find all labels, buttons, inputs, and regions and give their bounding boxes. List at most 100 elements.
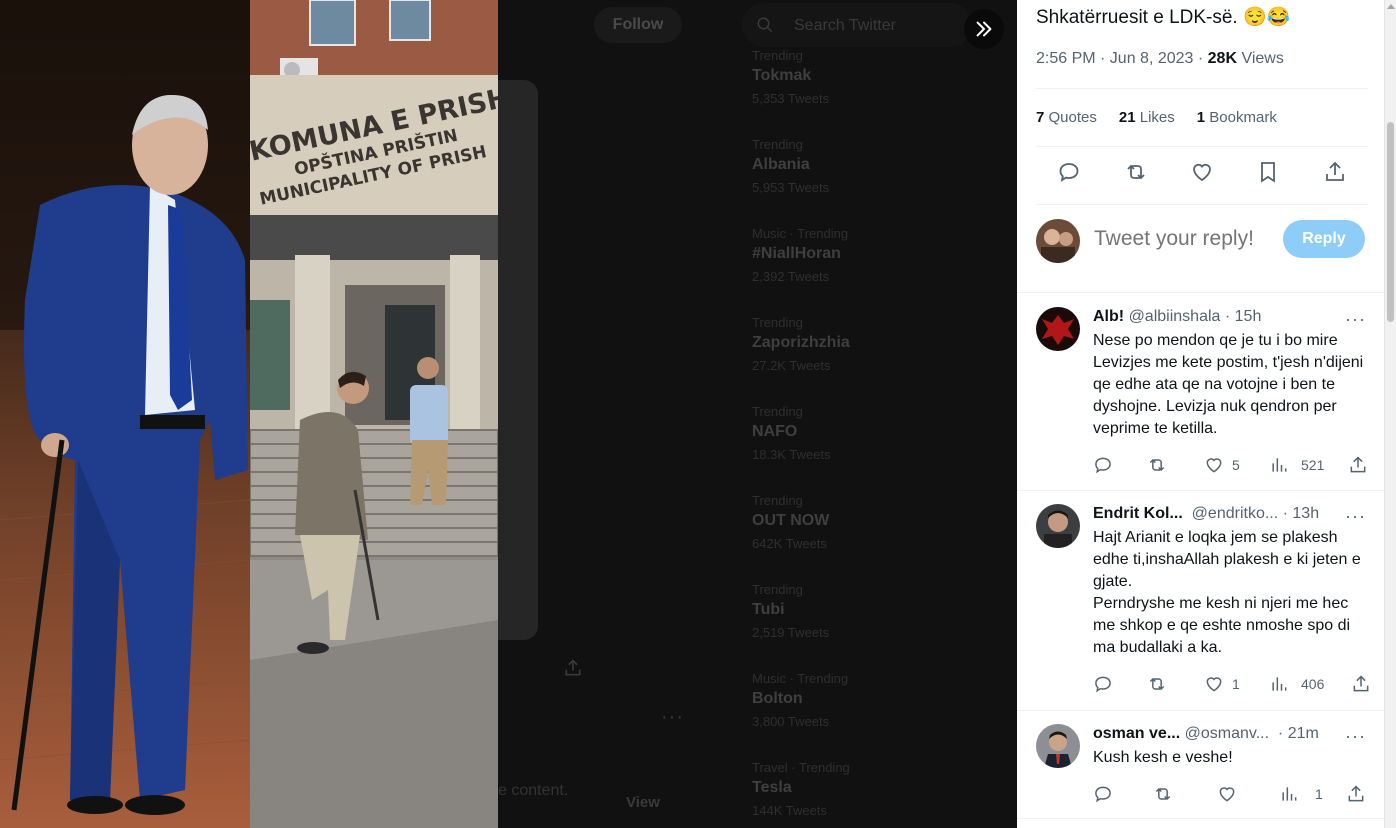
trend-name: Zaporizhzhia: [752, 334, 850, 351]
reply-author-name[interactable]: Endrit Kol...: [1093, 505, 1183, 522]
trend-name: Albania: [752, 156, 810, 173]
reply-time[interactable]: · 13h: [1283, 505, 1319, 522]
avatar[interactable]: [1036, 724, 1080, 768]
trend-count: 3,800 Tweets: [752, 714, 830, 729]
share-icon[interactable]: [1323, 160, 1347, 184]
trend-name: OUT NOW: [752, 512, 830, 529]
tweet-stats: 7 Quotes 21 Likes 1 Bookmark: [1036, 109, 1277, 126]
like-button[interactable]: [1217, 784, 1245, 804]
retweet-icon[interactable]: [1147, 674, 1167, 694]
divider: [1017, 710, 1384, 711]
trend-item[interactable]: Trending Zaporizhzhia 27.2K Tweets: [752, 315, 982, 375]
more-icon[interactable]: ···: [1345, 506, 1366, 527]
reply-icon[interactable]: [1093, 674, 1113, 694]
reply-icon[interactable]: [1093, 784, 1113, 804]
views-label: Views: [1241, 50, 1284, 67]
avatar[interactable]: [1036, 504, 1080, 548]
divider: [1017, 490, 1384, 491]
reply-icon[interactable]: [1093, 455, 1113, 475]
search-bar[interactable]: Search Twitter: [742, 3, 972, 47]
views-icon: [1272, 677, 1287, 691]
more-icon[interactable]: ···: [661, 706, 684, 729]
trend-item[interactable]: Trending NAFO 18.3K Tweets: [752, 404, 982, 464]
reply-time[interactable]: · 21m: [1278, 725, 1319, 742]
retweet-icon[interactable]: [1147, 455, 1167, 475]
like-icon: [1206, 677, 1222, 692]
views-icon: [1282, 787, 1297, 801]
views-count: 1: [1315, 786, 1323, 802]
search-placeholder: Search Twitter: [794, 17, 896, 34]
trend-item[interactable]: Trending Albania 5,953 Tweets: [752, 137, 982, 197]
bookmarks-stat[interactable]: 1 Bookmark: [1197, 109, 1277, 126]
share-icon[interactable]: [1351, 674, 1371, 694]
trend-count: 642K Tweets: [752, 536, 827, 551]
trend-name: Bolton: [752, 690, 803, 707]
avatar[interactable]: [1036, 219, 1080, 263]
like-icon: [1206, 458, 1222, 473]
like-icon[interactable]: [1190, 160, 1214, 184]
reply-author-handle[interactable]: @osmanv...: [1185, 725, 1269, 742]
reply-time[interactable]: · 15h: [1225, 308, 1261, 325]
scrollbar[interactable]: [1384, 0, 1396, 828]
trend-category: Trending: [752, 404, 803, 419]
trend-item[interactable]: Trending Tokmak 5,353 Tweets: [752, 48, 982, 108]
share-icon[interactable]: [1348, 455, 1368, 475]
reply-author-name[interactable]: osman ve...: [1093, 725, 1180, 742]
trend-count: 5,353 Tweets: [752, 91, 830, 106]
quotes-stat[interactable]: 7 Quotes: [1036, 109, 1097, 126]
photo-man-with-cane: [0, 0, 250, 828]
reply-input[interactable]: [1094, 227, 1274, 251]
likes-stat[interactable]: 21 Likes: [1119, 109, 1175, 126]
more-icon[interactable]: ···: [1345, 309, 1366, 330]
like-button[interactable]: 1: [1204, 674, 1240, 694]
bookmark-icon[interactable]: [1256, 160, 1280, 184]
like-count: 5: [1232, 457, 1240, 473]
scroll-up-arrow[interactable]: [1387, 4, 1395, 9]
retweet-icon[interactable]: [1153, 784, 1173, 804]
photo-municipality-building: KOMUNA E PRISHT OPŠTINA PRIŠTIN MUNICIPA…: [250, 0, 498, 828]
reply-icon[interactable]: [1057, 160, 1081, 184]
trend-category: Trending: [752, 48, 803, 63]
trend-count: 2,392 Tweets: [752, 269, 830, 284]
reply-button[interactable]: Reply: [1283, 220, 1365, 258]
trend-item[interactable]: Trending Tubi 2,519 Tweets: [752, 582, 982, 642]
trend-item[interactable]: Travel · Trending Tesla 144K Tweets: [752, 760, 982, 820]
trend-name: Tubi: [752, 601, 785, 618]
divider: [1036, 146, 1368, 147]
trend-count: 5,953 Tweets: [752, 180, 830, 195]
share-icon[interactable]: [563, 658, 583, 678]
views-button[interactable]: 406: [1269, 674, 1324, 694]
tweet-timestamp[interactable]: 2:56 PM · Jun 8, 2023: [1036, 50, 1193, 67]
like-button[interactable]: 5: [1204, 455, 1240, 475]
trend-name: Tokmak: [752, 67, 812, 84]
divider: [1036, 204, 1368, 205]
meta-separator: ·: [1193, 50, 1208, 67]
trend-category: Music · Trending: [752, 671, 849, 686]
like-icon: [1219, 787, 1235, 802]
views-count: 28K: [1207, 50, 1238, 67]
scrollbar-thumb[interactable]: [1387, 122, 1394, 322]
more-icon[interactable]: ···: [1345, 726, 1366, 747]
divider: [1036, 88, 1368, 89]
reply-author-handle[interactable]: @albiinshala: [1129, 308, 1221, 325]
follow-button[interactable]: Follow: [594, 7, 682, 43]
trend-item[interactable]: Music · Trending #NiallHoran 2,392 Tweets: [752, 226, 982, 286]
media-photo-left: [0, 0, 250, 828]
view-button[interactable]: View: [626, 794, 660, 811]
trend-count: 18.3K Tweets: [752, 447, 831, 462]
tweet-actions: [1036, 160, 1368, 184]
reply-author-handle[interactable]: @endritko...: [1192, 505, 1279, 522]
views-button[interactable]: 1: [1279, 784, 1323, 804]
trend-item[interactable]: Trending OUT NOW 642K Tweets: [752, 493, 982, 553]
reply-author-name[interactable]: Alb!: [1093, 308, 1124, 325]
avatar[interactable]: [1036, 307, 1080, 351]
trend-count: 27.2K Tweets: [752, 358, 831, 373]
trend-item[interactable]: Music · Trending Bolton 3,800 Tweets: [752, 671, 982, 731]
content-snippet: e content.: [498, 782, 569, 799]
views-button[interactable]: 521: [1269, 455, 1324, 475]
share-icon[interactable]: [1346, 784, 1366, 804]
collapse-panel-button[interactable]: [964, 9, 1004, 49]
reply-actions: 1: [1093, 784, 1373, 804]
retweet-icon[interactable]: [1124, 160, 1148, 184]
like-count: 1: [1232, 676, 1240, 692]
